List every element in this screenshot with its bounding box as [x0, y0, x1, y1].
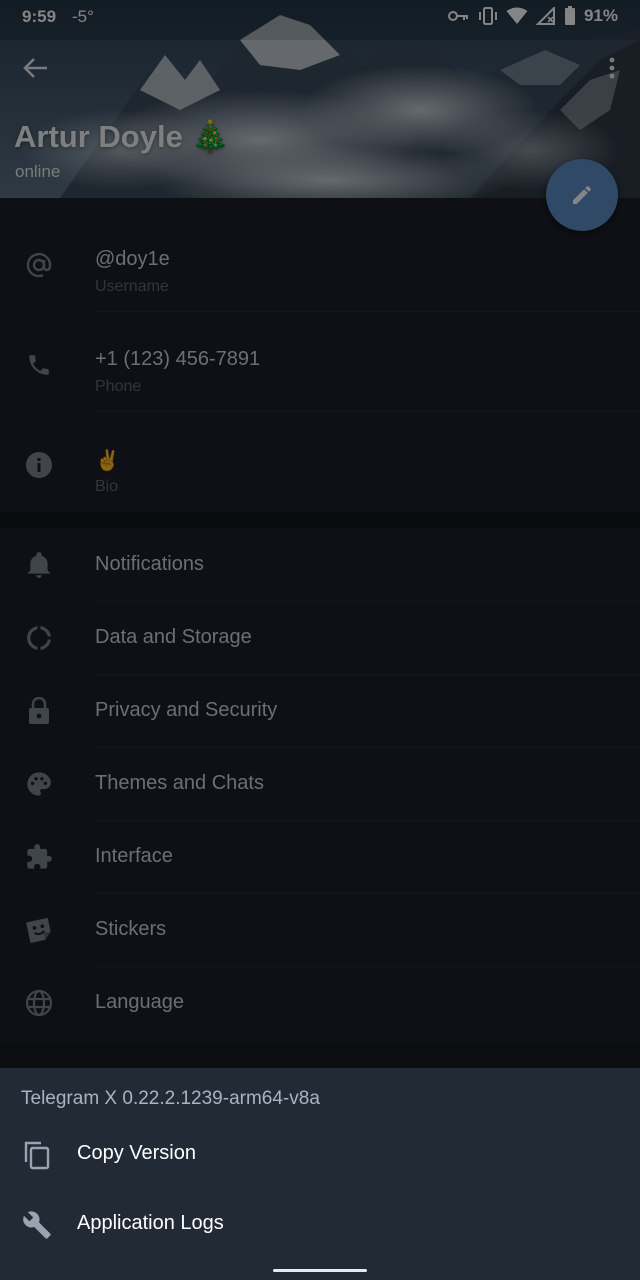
pencil-icon	[573, 186, 591, 204]
profile-status: online	[15, 162, 61, 181]
settings-item-interface[interactable]: Interface	[0, 820, 640, 893]
settings-item-data-storage[interactable]: Data and Storage	[0, 601, 640, 674]
status-bar: 9:59 -5° 91%	[0, 0, 640, 32]
lock-icon	[22, 694, 56, 728]
section-separator	[0, 512, 640, 528]
bell-icon	[22, 548, 56, 582]
username-value: @doy1e	[95, 248, 170, 270]
settings-item-themes[interactable]: Themes and Chats	[0, 747, 640, 820]
screen: 9:59 -5° 91% Artur Doyle 🎄 online @doy1e…	[0, 0, 640, 1280]
settings-label-privacy: Privacy and Security	[95, 699, 278, 721]
settings-item-language[interactable]: Language	[0, 966, 640, 1039]
app-version-text: Telegram X 0.22.2.1239-arm64-v8a	[21, 1088, 320, 1109]
bio-label: Bio	[95, 478, 119, 495]
profile-header: 9:59 -5° 91% Artur Doyle 🎄 online	[0, 0, 640, 198]
wifi-icon	[506, 7, 528, 24]
settings-item-privacy[interactable]: Privacy and Security	[0, 674, 640, 747]
copy-version-label: Copy Version	[77, 1142, 196, 1164]
cellular-signal-icon	[535, 7, 555, 25]
at-icon	[22, 248, 56, 282]
phone-value: +1 (123) 456-7891	[95, 348, 261, 370]
info-row-phone[interactable]: +1 (123) 456-7891 Phone	[0, 308, 640, 408]
info-icon	[22, 448, 56, 482]
sticker-icon	[22, 913, 56, 947]
wrench-icon	[20, 1208, 54, 1242]
vpn-key-icon	[447, 11, 468, 21]
settings-label-data-storage: Data and Storage	[95, 626, 252, 648]
info-row-bio[interactable]: ✌️ Bio	[0, 408, 640, 508]
vibrate-icon	[478, 7, 497, 25]
battery-icon	[564, 6, 575, 25]
settings-label-interface: Interface	[95, 845, 173, 867]
gesture-navigation-handle[interactable]	[273, 1269, 367, 1272]
status-time: 9:59	[22, 7, 57, 26]
more-vert-icon	[609, 57, 615, 79]
data-storage-icon	[22, 621, 56, 655]
back-button[interactable]	[16, 48, 56, 88]
puzzle-icon	[22, 840, 56, 874]
settings-item-stickers[interactable]: Stickers	[0, 893, 640, 966]
settings-label-stickers: Stickers	[95, 918, 167, 940]
status-temperature: -5°	[72, 7, 94, 26]
settings-label-language: Language	[95, 991, 184, 1013]
settings-label-notifications: Notifications	[95, 553, 204, 575]
status-icons: 91%	[447, 6, 618, 26]
profile-name: Artur Doyle 🎄	[14, 119, 231, 154]
settings-list: Notifications Data and Storage Privacy a…	[0, 528, 640, 1042]
copy-icon	[20, 1138, 54, 1172]
palette-icon	[22, 767, 56, 801]
version-bottom-sheet: Telegram X 0.22.2.1239-arm64-v8a Copy Ve…	[0, 1068, 640, 1280]
phone-label: Phone	[95, 378, 142, 395]
bio-value: ✌️	[95, 450, 120, 472]
globe-icon	[22, 986, 56, 1020]
settings-label-themes: Themes and Chats	[95, 772, 264, 794]
info-row-username[interactable]: @doy1e Username	[0, 208, 640, 308]
settings-item-notifications[interactable]: Notifications	[0, 528, 640, 601]
edit-profile-button[interactable]	[546, 159, 618, 231]
username-label: Username	[95, 278, 169, 295]
phone-icon	[22, 348, 56, 382]
profile-info-section: @doy1e Username +1 (123) 456-7891 Phone	[0, 198, 640, 512]
application-logs-label: Application Logs	[77, 1212, 224, 1234]
battery-percentage: 91%	[583, 6, 618, 25]
arrow-back-icon	[23, 58, 47, 78]
copy-version-option[interactable]: Copy Version	[0, 1120, 640, 1190]
application-logs-option[interactable]: Application Logs	[0, 1190, 640, 1260]
more-options-button[interactable]	[600, 52, 624, 84]
